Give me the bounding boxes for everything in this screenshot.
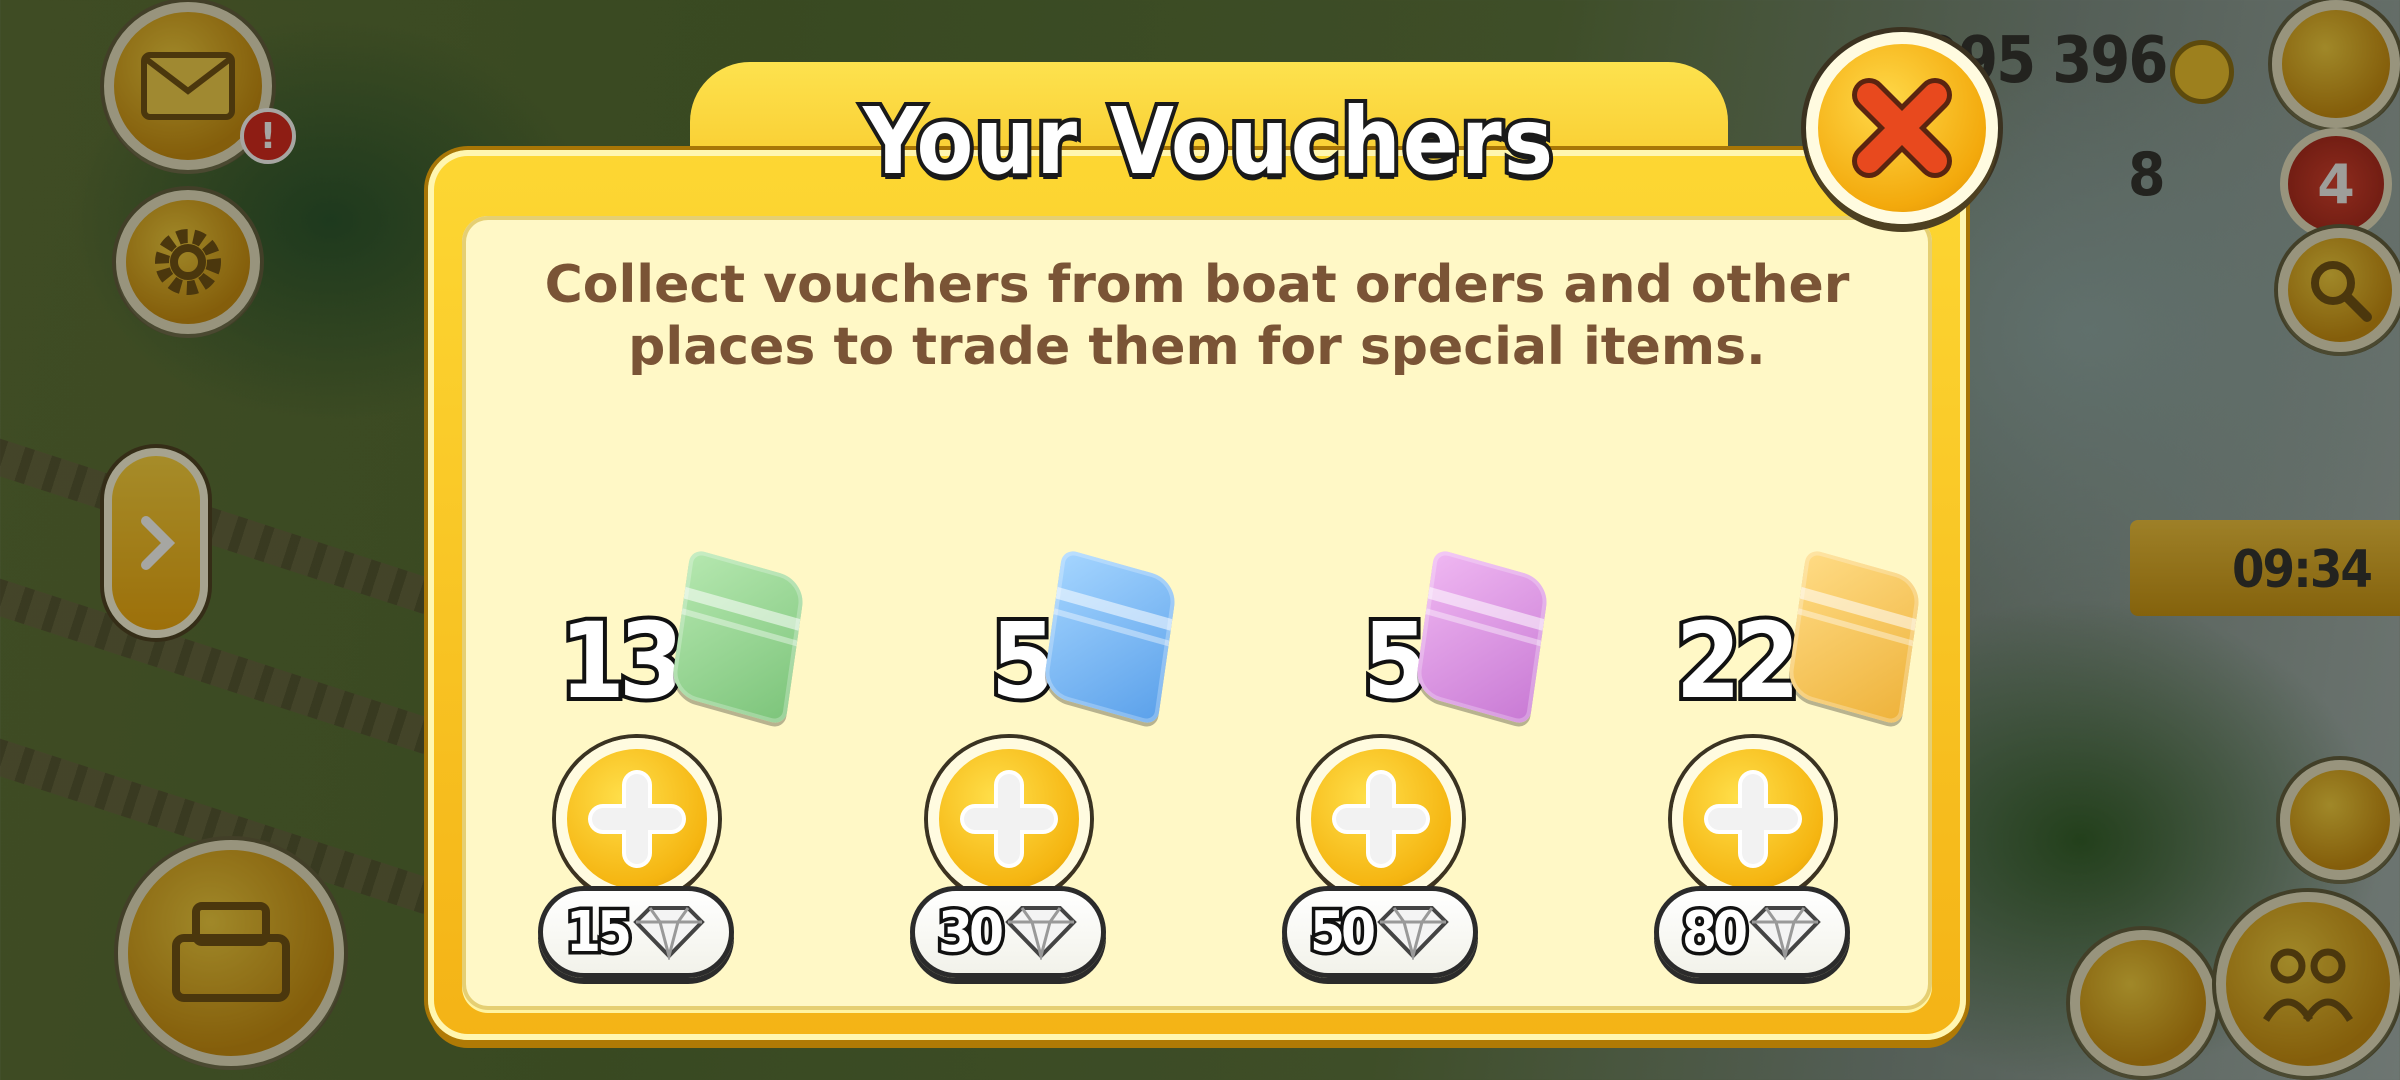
cost-value: 50	[1306, 896, 1379, 968]
voucher-count: 13	[556, 596, 688, 726]
plus-icon	[1332, 770, 1430, 868]
plus-icon	[588, 770, 686, 868]
diamond-icon	[1377, 906, 1449, 960]
close-button[interactable]	[1806, 32, 1998, 224]
voucher-count: 5	[1359, 596, 1432, 726]
diamond-icon	[633, 906, 705, 960]
dialog-description: Collect vouchers from boat orders and ot…	[544, 255, 1850, 377]
voucher-count: 22	[1672, 596, 1804, 726]
buy-blue-voucher-button[interactable]	[928, 738, 1090, 900]
cost-value: 15	[562, 896, 635, 968]
voucher-count: 5	[987, 596, 1060, 726]
cost-value: 30	[934, 896, 1007, 968]
close-icon	[1852, 78, 1952, 178]
buy-green-voucher-button[interactable]	[556, 738, 718, 900]
diamond-icon	[1005, 906, 1077, 960]
green-voucher-icon	[670, 548, 806, 726]
buy-orange-voucher-button[interactable]	[1672, 738, 1834, 900]
blue-voucher-icon	[1042, 548, 1178, 726]
orange-voucher-icon	[1786, 548, 1922, 726]
purple-voucher-icon	[1414, 548, 1550, 726]
cost-pill: 50	[1282, 886, 1478, 978]
buy-purple-voucher-button[interactable]	[1300, 738, 1462, 900]
dialog-title: Your Vouchers	[859, 84, 1557, 199]
plus-icon	[1704, 770, 1802, 868]
plus-icon	[960, 770, 1058, 868]
cost-value: 80	[1678, 896, 1751, 968]
cost-pill: 80	[1654, 886, 1850, 978]
cost-pill: 30	[910, 886, 1106, 978]
diamond-icon	[1749, 906, 1821, 960]
cost-pill: 15	[538, 886, 734, 978]
